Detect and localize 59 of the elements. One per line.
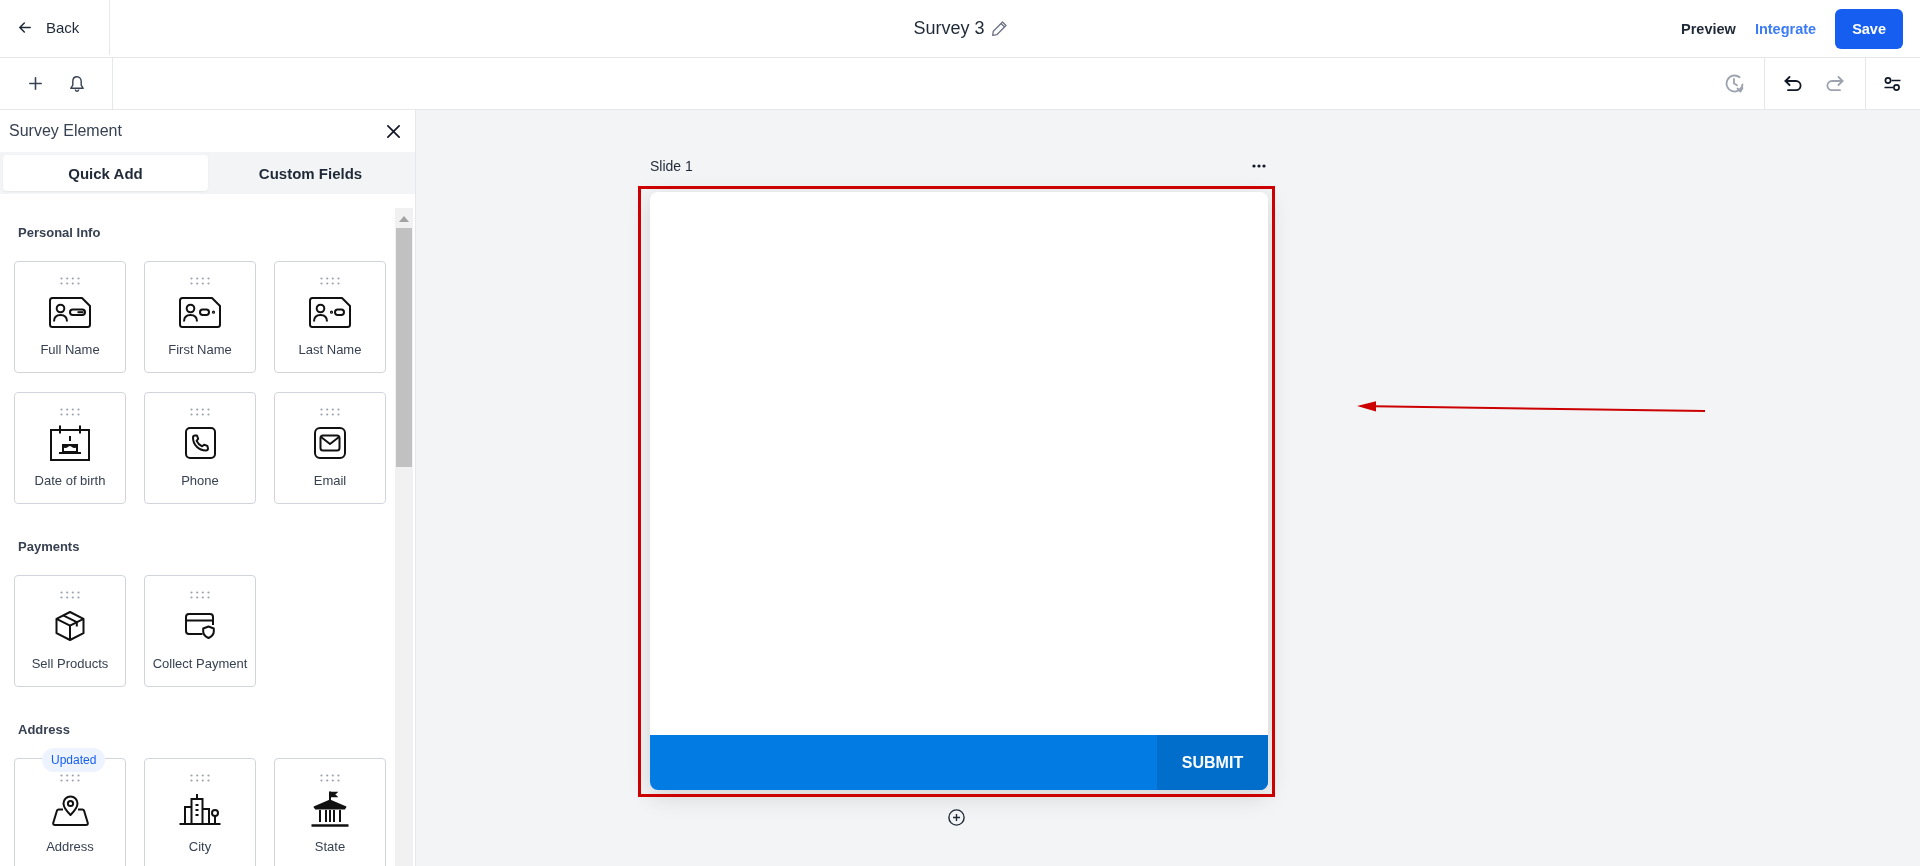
drag-handle-icon[interactable] bbox=[60, 277, 80, 285]
close-icon bbox=[386, 124, 400, 138]
card-shield-icon bbox=[185, 613, 215, 639]
element-tile[interactable]: Full Name bbox=[14, 261, 126, 373]
drag-handle-icon[interactable] bbox=[190, 591, 210, 599]
scrollbar-thumb[interactable] bbox=[396, 228, 412, 467]
mail-icon bbox=[314, 427, 346, 459]
id-card-icon bbox=[309, 296, 351, 328]
drag-handle-icon[interactable] bbox=[190, 774, 210, 782]
section-heading: Personal Info bbox=[18, 224, 101, 242]
submit-button[interactable]: SUBMIT bbox=[1157, 735, 1268, 790]
drag-handle-icon[interactable] bbox=[190, 277, 210, 285]
panel-title: Survey Element bbox=[9, 122, 122, 140]
pencil-icon[interactable] bbox=[991, 21, 1007, 36]
caret-up-icon[interactable] bbox=[399, 216, 409, 222]
redo-icon bbox=[1826, 75, 1844, 92]
tab[interactable]: Quick Add bbox=[3, 155, 208, 191]
element-tile[interactable]: Email bbox=[274, 392, 386, 504]
section-heading: Payments bbox=[18, 538, 80, 556]
element-tile[interactable]: First Name bbox=[144, 261, 256, 373]
plus-icon bbox=[28, 77, 42, 90]
element-tile[interactable]: Last Name bbox=[274, 261, 386, 373]
phone-icon bbox=[184, 427, 216, 459]
scrollbar[interactable] bbox=[395, 208, 413, 866]
element-tile[interactable]: Date of birth bbox=[14, 392, 126, 504]
sliders-icon bbox=[1883, 76, 1901, 91]
status-badge: Updated bbox=[42, 748, 106, 772]
history-icon bbox=[1724, 74, 1744, 93]
preview-button[interactable]: Preview bbox=[1681, 20, 1736, 37]
section-heading: Address bbox=[18, 721, 71, 739]
drag-handle-icon[interactable] bbox=[60, 774, 80, 782]
element-tile[interactable]: Collect Payment bbox=[144, 575, 256, 687]
drag-handle-icon[interactable] bbox=[320, 774, 340, 782]
element-tile[interactable]: State bbox=[274, 758, 386, 866]
save-button[interactable]: Save bbox=[1835, 8, 1903, 49]
government-building-icon bbox=[311, 791, 349, 827]
drag-handle-icon[interactable] bbox=[320, 277, 340, 285]
drag-handle-icon[interactable] bbox=[60, 591, 80, 599]
element-tile[interactable]: City bbox=[144, 758, 256, 866]
plus-circle-icon bbox=[948, 808, 965, 826]
more-icon bbox=[1252, 164, 1266, 168]
id-card-icon bbox=[49, 296, 91, 328]
element-tile[interactable]: Phone bbox=[144, 392, 256, 504]
back-button[interactable]: Back bbox=[19, 15, 80, 40]
undo-icon bbox=[1784, 75, 1802, 92]
drag-handle-icon[interactable] bbox=[320, 408, 340, 416]
drag-handle-icon[interactable] bbox=[190, 408, 210, 416]
id-card-icon bbox=[179, 296, 221, 328]
integrate-link[interactable]: Integrate bbox=[1754, 20, 1817, 37]
survey-title: Survey 3 bbox=[913, 18, 985, 39]
bell-icon bbox=[70, 75, 84, 92]
element-tile[interactable]: Sell Products bbox=[14, 575, 126, 687]
calendar-cake-icon bbox=[50, 425, 90, 461]
slide-title: Slide 1 bbox=[650, 158, 693, 174]
tab[interactable]: Custom Fields bbox=[208, 155, 413, 191]
package-icon bbox=[55, 611, 85, 641]
city-buildings-icon bbox=[179, 793, 221, 825]
drag-handle-icon[interactable] bbox=[60, 408, 80, 416]
back-arrow-icon bbox=[19, 22, 31, 33]
